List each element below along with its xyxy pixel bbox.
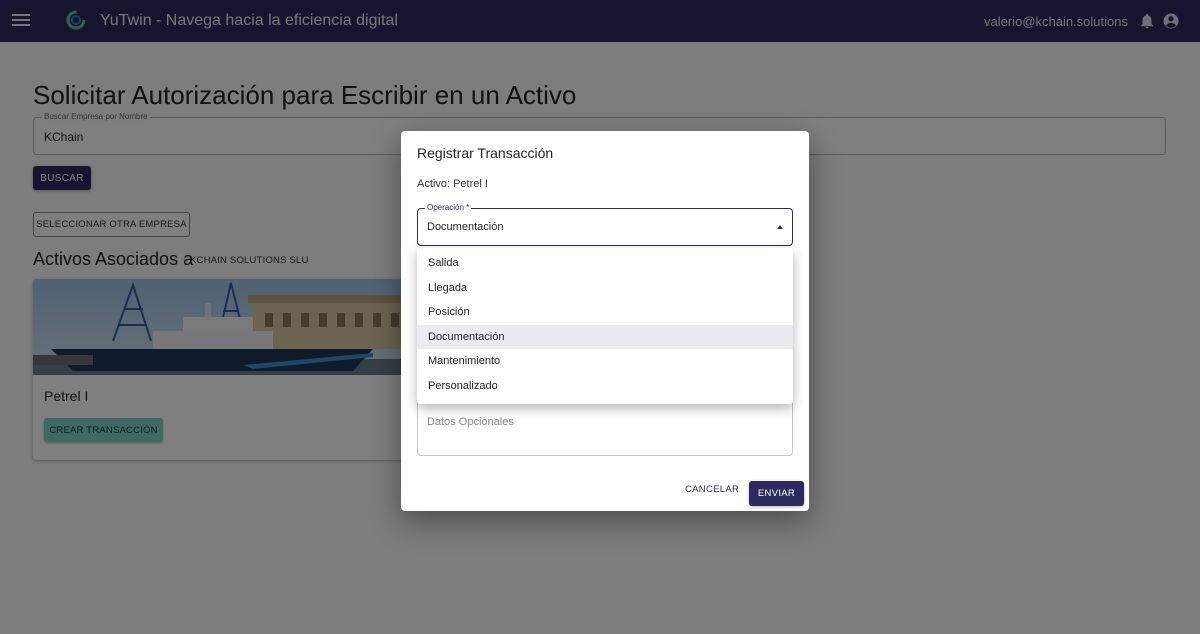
operation-select[interactable]: Operación * Documentación (417, 203, 793, 246)
optional-data-placeholder: Datos Opcionales (427, 416, 514, 428)
operation-options-menu: Salida Llegada Posición Documentación Ma… (417, 248, 793, 404)
asset-label: Activo: Petrel I (417, 178, 488, 190)
menu-option-mantenimiento[interactable]: Mantenimiento (417, 349, 793, 374)
menu-option-salida[interactable]: Salida (417, 251, 793, 276)
cancel-button[interactable]: CANCELAR (685, 484, 739, 495)
menu-option-personalizado[interactable]: Personalizado (417, 374, 793, 399)
caret-up-icon (777, 225, 783, 229)
dialog-title: Registrar Transacción (417, 145, 554, 161)
menu-option-posicion[interactable]: Posición (417, 300, 793, 325)
send-button[interactable]: ENVIAR (749, 481, 804, 506)
menu-option-llegada[interactable]: Llegada (417, 276, 793, 301)
optional-data-input[interactable]: Datos Opcionales (417, 399, 793, 456)
operation-value: Documentación (427, 221, 504, 233)
operation-label: Operación * (425, 203, 472, 212)
menu-option-documentacion[interactable]: Documentación (417, 324, 793, 349)
